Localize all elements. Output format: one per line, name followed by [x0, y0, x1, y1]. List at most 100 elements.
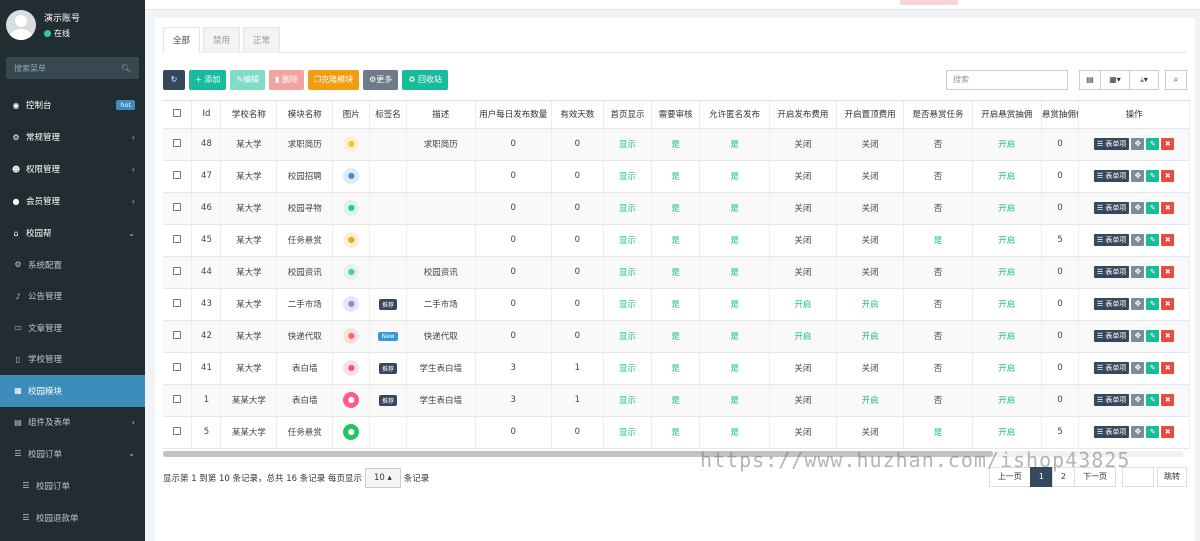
edit-row-button[interactable]: ✎: [1146, 426, 1160, 438]
add-button[interactable]: + 添加: [189, 70, 227, 90]
sidebar-item-member[interactable]: ● 会员管理 ‹: [0, 185, 145, 217]
cell-home[interactable]: 显示: [603, 160, 652, 193]
row-checkbox[interactable]: [173, 362, 182, 371]
sidebar-item-permission[interactable]: ☻ 权限管理 ‹: [0, 153, 145, 185]
delete-row-button[interactable]: ✖: [1161, 138, 1175, 150]
drag-handle-icon[interactable]: ✥: [1131, 170, 1145, 182]
table-row[interactable]: 44 某大学 校园资讯 ● 校园资讯 0 0 显示 是 是 关闭 关闭 否 开启…: [163, 256, 1190, 289]
sidebar-item-article[interactable]: ▭ 文章管理: [0, 312, 145, 344]
drag-handle-icon[interactable]: ✥: [1131, 362, 1145, 374]
sidebar-item-campus[interactable]: ⌂ 校园帮 ⌄: [0, 217, 145, 249]
cell-home[interactable]: 显示: [603, 256, 652, 289]
cell-audit[interactable]: 是: [651, 224, 701, 257]
row-checkbox-cell[interactable]: [163, 416, 193, 449]
edit-row-button[interactable]: ✎: [1146, 298, 1160, 310]
page-size-select[interactable]: 10 ▴: [364, 468, 401, 488]
cell-topfee[interactable]: 关闭: [836, 256, 905, 289]
cell-commission[interactable]: 开启: [972, 224, 1042, 257]
module-image-icon[interactable]: ●: [343, 360, 360, 376]
cell-pubfee[interactable]: 关闭: [769, 384, 838, 417]
cell-reward[interactable]: 否: [903, 160, 973, 193]
module-image-icon[interactable]: ●: [343, 136, 360, 152]
delete-row-button[interactable]: ✖: [1161, 266, 1175, 278]
cell-audit[interactable]: 是: [651, 384, 701, 417]
table-row[interactable]: 48 某大学 求职简历 ● 求职简历 0 0 显示 是 是 关闭 关闭 否 开启…: [163, 128, 1190, 161]
export-button[interactable]: ⤓▾: [1129, 70, 1159, 90]
cell-reward[interactable]: 否: [903, 352, 973, 385]
cell-pubfee[interactable]: 关闭: [769, 224, 838, 257]
cell-reward[interactable]: 否: [903, 256, 973, 289]
cell-commission[interactable]: 开启: [972, 128, 1042, 161]
cell-home[interactable]: 显示: [603, 192, 652, 225]
module-image-icon[interactable]: ●: [343, 264, 360, 280]
row-checkbox-cell[interactable]: [163, 192, 193, 225]
sidebar-item-general[interactable]: ⚙ 常规管理 ‹: [0, 121, 145, 153]
row-checkbox-cell[interactable]: [163, 256, 193, 289]
row-checkbox-cell[interactable]: [163, 352, 193, 385]
search-icon[interactable]: 🔍︎: [121, 64, 131, 73]
cell-home[interactable]: 显示: [603, 128, 652, 161]
cell-audit[interactable]: 是: [651, 352, 701, 385]
cell-reward[interactable]: 是: [903, 416, 973, 449]
table-row[interactable]: 46 某大学 校园寻物 ● 0 0 显示 是 是 关闭 关闭 否 开启 0 ☰ …: [163, 192, 1190, 225]
cell-topfee[interactable]: 开启: [836, 384, 905, 417]
cell-audit[interactable]: 是: [651, 256, 701, 289]
cell-reward[interactable]: 否: [903, 384, 973, 417]
cell-pubfee[interactable]: 关闭: [769, 416, 838, 449]
row-checkbox-cell[interactable]: [163, 160, 193, 193]
more-button[interactable]: ⚙更多: [363, 70, 399, 90]
row-checkbox[interactable]: [173, 202, 182, 211]
table-row[interactable]: 5 某某大学 任务悬赏 ● 0 0 显示 是 是 关闭 关闭 是 开启 5 ☰ …: [163, 416, 1190, 449]
row-checkbox-cell[interactable]: [163, 384, 193, 417]
row-checkbox[interactable]: [173, 234, 182, 243]
cell-pubfee[interactable]: 开启: [769, 288, 838, 321]
cell-commission[interactable]: 开启: [972, 192, 1042, 225]
drag-handle-icon[interactable]: ✥: [1131, 394, 1145, 406]
table-search-input[interactable]: 搜索: [946, 70, 1068, 90]
cell-audit[interactable]: 是: [651, 320, 701, 353]
cell-anon[interactable]: 是: [699, 384, 770, 417]
cell-anon[interactable]: 是: [699, 192, 770, 225]
form-items-button[interactable]: ☰ 表单项: [1093, 426, 1130, 438]
cell-pubfee[interactable]: 关闭: [769, 352, 838, 385]
cell-topfee[interactable]: 关闭: [836, 416, 905, 449]
cell-reward[interactable]: 否: [903, 192, 973, 225]
cell-commission[interactable]: 开启: [972, 256, 1042, 289]
cell-topfee[interactable]: 关闭: [836, 160, 905, 193]
row-checkbox[interactable]: [173, 330, 182, 339]
cell-audit[interactable]: 是: [651, 160, 701, 193]
drag-handle-icon[interactable]: ✥: [1131, 330, 1145, 342]
cell-home[interactable]: 显示: [603, 288, 652, 321]
module-image-icon[interactable]: ●: [343, 296, 360, 312]
module-image-icon[interactable]: ●: [343, 328, 360, 344]
form-items-button[interactable]: ☰ 表单项: [1093, 330, 1130, 342]
cell-pubfee[interactable]: 关闭: [769, 256, 838, 289]
edit-row-button[interactable]: ✎: [1146, 138, 1160, 150]
cell-reward[interactable]: 是: [903, 224, 973, 257]
module-image-icon[interactable]: ●: [343, 232, 360, 248]
module-image-icon[interactable]: ●: [343, 392, 360, 408]
table-row[interactable]: 41 某大学 表白墙 ● 推荐 学生表白墙 3 1 显示 是 是 关闭 关闭 否…: [163, 352, 1190, 385]
cell-pubfee[interactable]: 开启: [769, 320, 838, 353]
sidebar-search-input[interactable]: 搜索菜单 🔍︎: [6, 57, 139, 79]
delete-row-button[interactable]: ✖: [1161, 426, 1175, 438]
tab-normal[interactable]: 正常: [243, 27, 281, 53]
edit-row-button[interactable]: ✎: [1146, 234, 1160, 246]
row-checkbox[interactable]: [173, 394, 182, 403]
form-items-button[interactable]: ☰ 表单项: [1093, 202, 1130, 214]
table-row[interactable]: 45 某大学 任务悬赏 ● 0 0 显示 是 是 关闭 关闭 是 开启 5 ☰ …: [163, 224, 1190, 257]
form-items-button[interactable]: ☰ 表单项: [1093, 234, 1130, 246]
module-image-icon[interactable]: ●: [343, 168, 360, 184]
drag-handle-icon[interactable]: ✥: [1131, 266, 1145, 278]
row-checkbox[interactable]: [173, 138, 182, 147]
row-checkbox-cell[interactable]: [163, 224, 193, 257]
cell-home[interactable]: 显示: [603, 416, 652, 449]
row-checkbox[interactable]: [173, 266, 182, 275]
edit-row-button[interactable]: ✎: [1146, 266, 1160, 278]
card-view-button[interactable]: ▤: [1079, 70, 1101, 90]
cell-pubfee[interactable]: 关闭: [769, 128, 838, 161]
delete-row-button[interactable]: ✖: [1161, 330, 1175, 342]
delete-row-button[interactable]: ✖: [1161, 298, 1175, 310]
form-items-button[interactable]: ☰ 表单项: [1093, 170, 1130, 182]
form-items-button[interactable]: ☰ 表单项: [1093, 394, 1130, 406]
